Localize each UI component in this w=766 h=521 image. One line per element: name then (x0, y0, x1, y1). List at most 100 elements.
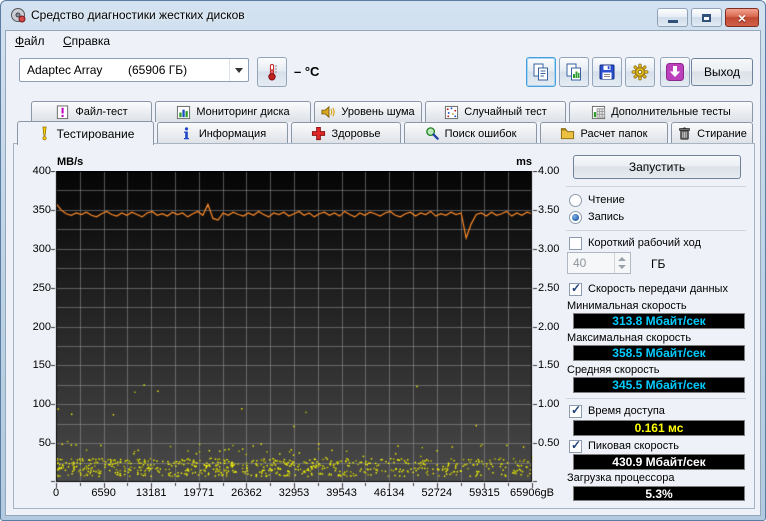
folder-icon (560, 126, 575, 141)
cpu-load-value: 5.3% (573, 486, 745, 501)
right-axis-unit: ms (516, 156, 532, 168)
tab-noise-level[interactable]: Уровень шума (314, 101, 422, 122)
access-time-value: 0.161 мс (573, 420, 745, 436)
disk-monitor-icon (176, 105, 191, 120)
tab-label: Уровень шума (341, 106, 415, 118)
left-axis-unit: MB/s (57, 156, 84, 168)
burst-speed-value: 430.9 Мбайт/сек (573, 454, 745, 470)
speaker-icon (321, 105, 336, 120)
tab-additional-tests[interactable]: Дополнительные тесты (569, 101, 753, 122)
read-radio-label: Чтение (588, 194, 625, 206)
transfer-speed-label: Скорость передачи данных (588, 283, 728, 295)
tab-information[interactable]: Информация (157, 122, 288, 144)
tab-label: Тестирование (56, 126, 135, 141)
app-window: Средство диагностики жестких дисков Файл… (0, 0, 766, 521)
tab-random-test[interactable]: Случайный тест (425, 101, 566, 122)
avg-speed-label: Средняя скорость (567, 364, 660, 376)
burst-speed-checkbox[interactable] (569, 438, 582, 453)
trash-icon (677, 126, 692, 141)
chevron-down-icon (229, 59, 248, 81)
separator (566, 398, 746, 399)
file-test-icon (55, 104, 70, 120)
tab-testing[interactable]: Тестирование (17, 121, 154, 145)
tab-label: Случайный тест (464, 106, 547, 118)
copy-report-button[interactable] (526, 57, 556, 87)
app-icon (11, 8, 26, 23)
tab-label: Здоровье (331, 127, 381, 140)
copy-graph-button[interactable] (559, 57, 589, 87)
tab-erase[interactable]: Стирание (671, 122, 753, 144)
drive-name: Adaptec Array (27, 63, 103, 77)
drive-size: (65906 ГБ) (128, 63, 188, 77)
tab-error-scan[interactable]: Поиск ошибок (404, 122, 537, 144)
tab-label: Информация (198, 127, 267, 140)
menu-file-rest: айл (24, 34, 45, 48)
title-bar[interactable]: Средство диагностики жестких дисков (1, 1, 765, 30)
exclamation-icon (37, 126, 52, 141)
tab-label: Дополнительные тесты (611, 106, 731, 118)
copy-report-icon (533, 63, 548, 81)
menu-help[interactable]: Справка (63, 34, 110, 48)
menu-help-accel: С (63, 34, 72, 48)
benchmark-chart (50, 171, 539, 489)
menu-help-rest: правка (71, 34, 111, 48)
skin-settings-button[interactable] (625, 57, 655, 87)
close-button[interactable] (725, 8, 759, 27)
burst-speed-label: Пиковая скорость (588, 440, 680, 452)
tab-folder-calc[interactable]: Расчет папок (540, 122, 668, 144)
tab-label: Поиск ошибок (444, 127, 517, 140)
download-report-button[interactable] (660, 57, 690, 87)
min-speed-label: Минимальная скорость (567, 300, 687, 312)
menu-file[interactable]: Файл (15, 34, 45, 48)
tab-disk-monitor[interactable]: Мониторинг диска (155, 101, 311, 122)
tab-file-test[interactable]: Файл-тест (31, 101, 152, 122)
random-dots-icon (444, 105, 459, 120)
gear-icon (631, 63, 649, 81)
minimize-icon (667, 19, 678, 23)
arrow-up-icon (618, 257, 626, 261)
max-speed-value: 358.5 Мбайт/сек (573, 345, 745, 361)
cpu-load-label: Загрузка процессора (567, 472, 675, 484)
short-stroke-checkbox[interactable] (569, 237, 582, 250)
exit-button[interactable]: Выход (691, 58, 753, 86)
red-cross-icon (311, 126, 326, 141)
access-time-label: Время доступа (588, 405, 665, 417)
max-speed-label: Максимальная скорость (567, 332, 692, 344)
save-report-button[interactable] (592, 57, 622, 87)
drive-select[interactable]: Adaptec Array (65906 ГБ) (19, 58, 249, 82)
gb-unit-label: ГБ (651, 257, 666, 271)
write-radio-label: Запись (588, 211, 625, 223)
write-radio[interactable] (569, 211, 582, 224)
extra-tests-icon (591, 105, 606, 120)
temperature-value: – °C (294, 64, 320, 79)
window-title: Средство диагностики жестких дисков (31, 8, 245, 22)
temperature-button[interactable] (257, 57, 287, 87)
short-stroke-size-value: 40 (573, 256, 587, 270)
tab-health[interactable]: Здоровье (291, 122, 401, 144)
tab-label: Файл-тест (75, 106, 128, 118)
tab-label: Стирание (697, 127, 747, 140)
start-button[interactable]: Запустить (573, 155, 741, 179)
menu-file-accel: Ф (15, 34, 25, 48)
tab-label: Расчет папок (580, 127, 648, 140)
access-time-checkbox[interactable] (569, 403, 582, 418)
min-speed-value: 313.8 Мбайт/сек (573, 313, 745, 329)
info-icon (179, 126, 194, 141)
maximize-button[interactable] (691, 8, 722, 27)
magnifier-icon (425, 126, 440, 141)
thermometer-icon (268, 64, 277, 81)
minimize-button[interactable] (657, 8, 688, 27)
short-stroke-size-stepper[interactable]: 40 (567, 252, 631, 274)
arrow-down-icon (618, 265, 626, 269)
avg-speed-value: 345.5 Мбайт/сек (573, 377, 745, 393)
maximize-icon (702, 13, 711, 22)
stepper-arrows[interactable] (614, 253, 630, 273)
tab-label: Мониторинг диска (196, 106, 290, 118)
read-radio[interactable] (569, 194, 582, 207)
copy-graph-icon (566, 63, 581, 81)
transfer-speed-checkbox[interactable] (569, 281, 582, 296)
save-icon (599, 64, 615, 80)
short-stroke-label: Короткий рабочий ход (588, 237, 701, 249)
download-arrow-icon (666, 63, 684, 81)
separator (566, 186, 746, 187)
